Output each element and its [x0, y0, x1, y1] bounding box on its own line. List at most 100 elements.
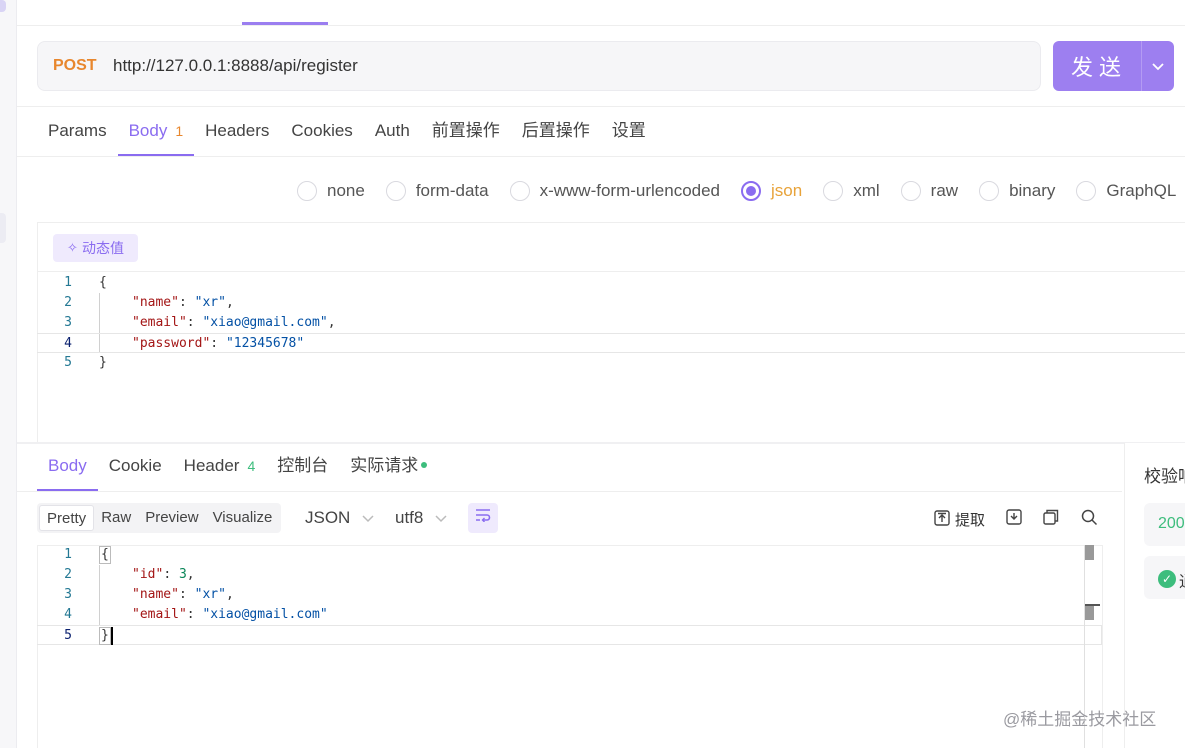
- code-line: 4 "email": "xiao@gmail.com": [37, 605, 1084, 625]
- extract-label: 提取: [955, 512, 986, 529]
- format-select[interactable]: JSON: [305, 508, 374, 528]
- encoding-select[interactable]: utf8: [395, 508, 447, 528]
- code-text: ,: [327, 315, 336, 330]
- code-text: }: [99, 627, 111, 645]
- line-number: 1: [64, 547, 72, 562]
- tab-response-cookie[interactable]: Cookie: [98, 445, 173, 491]
- radio-graphql[interactable]: GraphQL: [1076, 181, 1176, 201]
- response-tabs: Body Cookie Header 4 控制台 实际请求: [37, 445, 438, 491]
- tab-label: 后置操作: [521, 121, 590, 140]
- tab-label: Header: [183, 456, 240, 475]
- radio-label: binary: [1009, 181, 1056, 200]
- radio-circle-icon[interactable]: [297, 181, 317, 201]
- code-text: {: [99, 546, 111, 564]
- json-value: "xr": [194, 295, 226, 310]
- word-wrap-icon[interactable]: [468, 503, 498, 533]
- radio-circle-icon[interactable]: [900, 181, 921, 201]
- radio-label: none: [327, 181, 365, 200]
- radio-xml[interactable]: xml: [823, 181, 880, 201]
- json-value: "12345678": [225, 336, 305, 351]
- view-mode-pretty[interactable]: Pretty: [39, 505, 95, 531]
- view-mode-preview[interactable]: Preview: [138, 505, 205, 531]
- gutter-marker-top: [0, 0, 6, 12]
- tab-params[interactable]: Params: [37, 110, 118, 156]
- tab-cookies[interactable]: Cookies: [280, 110, 363, 156]
- body-count-badge: 1: [175, 123, 184, 139]
- json-key: "email": [132, 315, 187, 330]
- copy-icon[interactable]: [1043, 509, 1059, 530]
- tab-pre-operations[interactable]: 前置操作: [421, 110, 511, 156]
- assertion-panel-title: 校验响: [1144, 467, 1185, 486]
- tab-response-body[interactable]: Body: [37, 445, 98, 491]
- code-line: 3 "email": "xiao@gmail.com",: [37, 313, 1185, 333]
- radio-form-data[interactable]: form-data: [385, 181, 489, 201]
- view-mode-raw[interactable]: Raw: [94, 505, 138, 531]
- gutter-marker-mid: [0, 213, 6, 243]
- tab-actual-request[interactable]: 实际请求: [339, 445, 438, 491]
- tab-label: Body: [128, 121, 168, 140]
- json-key: "name": [132, 295, 179, 310]
- body-type-radio-group: none form-data x-www-form-urlencoded jso…: [297, 176, 1185, 206]
- radio-label: xml: [853, 181, 880, 200]
- assertion-result-text: 通: [1179, 568, 1185, 592]
- line-number: 3: [64, 587, 72, 602]
- extract-button[interactable]: 提取: [934, 509, 985, 530]
- radio-x-www-form-urlencoded[interactable]: x-www-form-urlencoded: [509, 181, 720, 201]
- tab-post-operations[interactable]: 后置操作: [511, 110, 601, 156]
- chevron-down-icon[interactable]: [1142, 59, 1174, 74]
- tab-console[interactable]: 控制台: [266, 445, 339, 491]
- tab-body[interactable]: Body 1: [117, 110, 195, 156]
- url-input[interactable]: http://127.0.0.1:8888/api/register: [113, 56, 358, 76]
- watermark: @稀土掘金技术社区: [1003, 710, 1157, 729]
- url-bar[interactable]: POST http://127.0.0.1:8888/api/register: [37, 41, 1041, 91]
- send-button-label[interactable]: 发送: [1053, 50, 1141, 82]
- dynamic-value-label: 动态值: [81, 240, 124, 256]
- scrollbar-thumb[interactable]: [1085, 545, 1094, 560]
- code-text: }: [99, 355, 107, 370]
- radio-none[interactable]: none: [297, 181, 365, 201]
- dynamic-value-button[interactable]: ✧ 动态值: [53, 234, 138, 262]
- tab-auth[interactable]: Auth: [364, 110, 421, 156]
- tab-label: 设置: [611, 121, 646, 140]
- text-cursor: [110, 627, 113, 645]
- status-code: 200: [1158, 515, 1185, 532]
- line-number: 5: [64, 628, 72, 643]
- radio-circle-icon[interactable]: [1076, 181, 1097, 201]
- line-number: 3: [64, 315, 72, 330]
- tab-response-header[interactable]: Header 4: [173, 445, 267, 491]
- code-line-current: 5}: [37, 625, 1102, 645]
- magic-wand-icon: ✧: [67, 240, 78, 255]
- radio-raw[interactable]: raw: [900, 181, 958, 201]
- radio-json[interactable]: json: [741, 181, 802, 201]
- radio-label: json: [771, 181, 803, 200]
- radio-circle-icon[interactable]: [979, 181, 1000, 201]
- code-line-current: 4 "password": "12345678": [37, 333, 1185, 353]
- json-value: "xiao@gmail.com": [202, 315, 328, 330]
- code-line: 2 "id": 3,: [37, 565, 1084, 585]
- tab-headers[interactable]: Headers: [194, 110, 280, 156]
- tab-settings[interactable]: 设置: [601, 110, 657, 156]
- request-response-divider[interactable]: [17, 442, 1185, 444]
- radio-circle-icon[interactable]: [741, 181, 762, 201]
- json-key: "password": [132, 336, 211, 351]
- scrollbar-marker-fill: [1085, 606, 1094, 620]
- view-mode-visualize[interactable]: Visualize: [206, 505, 280, 531]
- top-tab-strip: [17, 0, 1185, 26]
- tab-label: Headers: [205, 121, 270, 140]
- radio-circle-icon[interactable]: [823, 181, 844, 201]
- code-line: 3 "name": "xr",: [37, 585, 1084, 605]
- radio-circle-icon[interactable]: [509, 181, 530, 201]
- radio-circle-icon[interactable]: [385, 181, 406, 201]
- radio-binary[interactable]: binary: [979, 181, 1055, 201]
- response-code[interactable]: 1{ 2 "id": 3, 3 "name": "xr", 4 "email": "x…: [37, 545, 1102, 645]
- send-button[interactable]: 发送: [1053, 41, 1174, 91]
- line-number: 2: [64, 567, 72, 582]
- json-key: "name": [132, 587, 179, 602]
- download-icon[interactable]: [1006, 509, 1022, 530]
- request-code[interactable]: 1{ 2 "name": "xr", 3 "email": "xiao@gmail.…: [37, 273, 1185, 373]
- search-icon[interactable]: [1081, 509, 1098, 531]
- code-line: 1{: [37, 545, 1084, 565]
- status-dot-icon: [421, 461, 428, 468]
- json-value: 3: [178, 567, 187, 582]
- http-method[interactable]: POST: [53, 57, 113, 75]
